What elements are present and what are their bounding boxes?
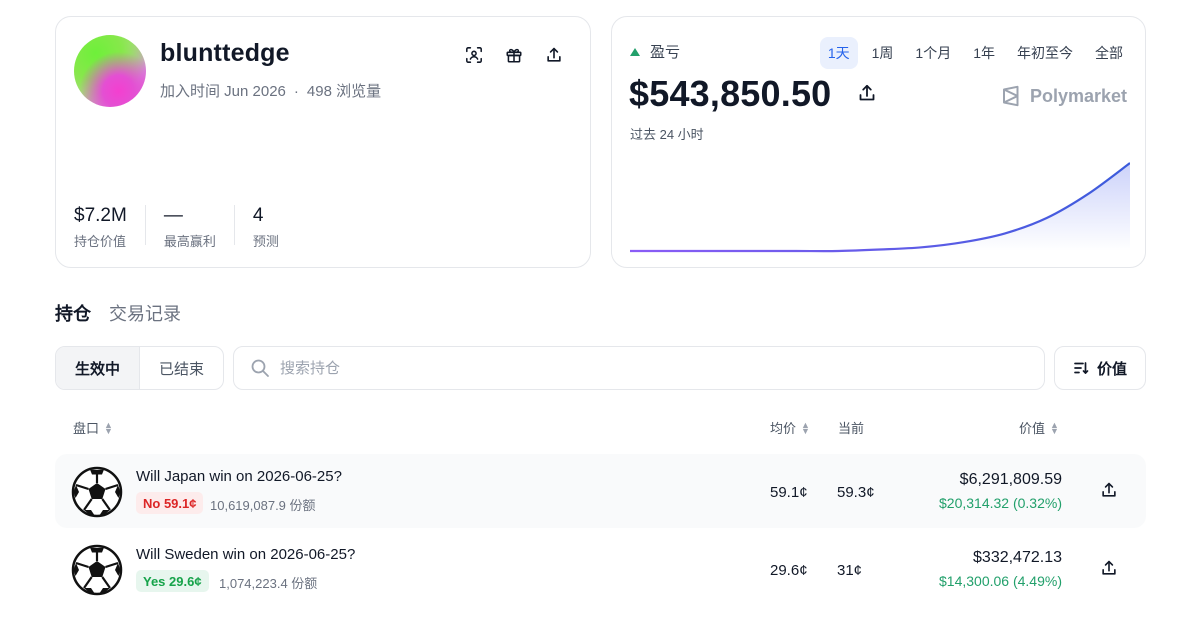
time-range-selector: 1天 1周 1个月 1年 年初至今 全部 (814, 37, 1131, 69)
position-value: $332,472.13 (973, 549, 1062, 566)
range-1y[interactable]: 1年 (965, 37, 1003, 69)
avatar[interactable] (74, 35, 146, 107)
avg-price: 59.1¢ (770, 484, 808, 501)
table-row[interactable]: Will Japan win on 2026-06-25? No 59.1¢ 1… (55, 454, 1146, 528)
share-count: 1,074,223.4 份额 (219, 576, 318, 591)
share-pnl-button[interactable] (857, 83, 877, 103)
stat-label: 持仓价值 (74, 234, 127, 249)
join-date: 加入时间 Jun 2026 (160, 83, 286, 100)
meta-separator: · (293, 83, 299, 100)
sort-button[interactable]: 价值 (1054, 346, 1146, 390)
position-value: $6,291,809.59 (959, 471, 1062, 488)
share-icon (1102, 560, 1116, 575)
stat-biggest-win: — 最高赢利 (163, 205, 235, 249)
stat-predictions: 4 预测 (252, 205, 297, 249)
market-title[interactable]: Will Sweden win on 2026-06-25? (136, 546, 355, 563)
range-all[interactable]: 全部 (1087, 37, 1131, 69)
stat-label: 最高赢利 (163, 234, 216, 249)
column-header-label: 当前 (838, 421, 865, 436)
scan-icon (466, 47, 482, 63)
column-header-value[interactable]: 价值 ▲ ▼ (1019, 418, 1059, 437)
current-price: 31¢ (837, 562, 863, 579)
table-row[interactable]: Will Sweden win on 2026-06-25? Yes 29.6¢… (55, 532, 1146, 606)
content-tabs: 持仓 交易记录 (55, 300, 199, 326)
position-change: $14,300.06 (4.49%) (939, 573, 1062, 589)
tab-activity[interactable]: 交易记录 (109, 300, 181, 326)
stat-positions-value: $7.2M 持仓价值 (74, 205, 146, 249)
pnl-card: 盈亏 1天 1周 1个月 1年 年初至今 全部 $543,850.50 Poly… (611, 16, 1146, 268)
stat-label: 预测 (252, 234, 279, 249)
sort-chevron-icon: ▲ ▼ (801, 419, 810, 436)
stat-value: $7.2M (74, 205, 127, 226)
pnl-label: 盈亏 (630, 41, 680, 62)
outcome-badge: Yes 29.6¢ (136, 570, 209, 592)
column-header-label: 均价 (770, 421, 797, 436)
profile-card: blunttedge 加入时间 Jun 2026 · 498 浏览量 $7.2M 持… (55, 16, 591, 268)
range-1w[interactable]: 1周 (864, 37, 902, 69)
polymarket-icon (1002, 85, 1019, 107)
view-count: 498 浏览量 (306, 83, 382, 100)
sort-label: 价值 (1096, 360, 1127, 378)
sort-chevron-icon: ▲ ▼ (1050, 419, 1059, 436)
username: blunttedge (160, 39, 290, 67)
share-position-button[interactable] (1100, 481, 1120, 501)
sort-chevron-icon: ▲ ▼ (104, 419, 113, 436)
pnl-value: $543,850.50 (629, 73, 832, 114)
tab-positions[interactable]: 持仓 (55, 300, 91, 326)
share-position-button[interactable] (1100, 559, 1120, 579)
share-profile-button[interactable] (542, 43, 566, 67)
search-icon (251, 359, 269, 377)
search-box (233, 346, 1045, 390)
stat-value: 4 (252, 205, 264, 226)
gift-icon (506, 48, 522, 63)
profile-stats: $7.2M 持仓价值 — 最高赢利 4 预测 (74, 205, 315, 249)
up-triangle-icon (630, 47, 640, 56)
search-input[interactable] (280, 359, 980, 377)
column-header-label: 盘口 (73, 421, 100, 436)
current-price: 59.3¢ (837, 484, 875, 501)
soccer-ball-icon (71, 466, 123, 518)
column-header-market[interactable]: 盘口 ▲ ▼ (73, 418, 113, 437)
share-icon (859, 84, 875, 101)
scan-qr-button[interactable] (462, 43, 486, 67)
share-icon (547, 47, 561, 62)
pnl-label-text: 盈亏 (650, 44, 681, 61)
avg-price: 29.6¢ (770, 562, 808, 579)
profile-meta: 加入时间 Jun 2026 · 498 浏览量 (160, 80, 381, 101)
pnl-period: 过去 24 小时 (630, 127, 704, 142)
status-segmented-control: 生效中 已结束 (55, 346, 224, 390)
segment-closed[interactable]: 已结束 (140, 347, 223, 389)
position-change: $20,314.32 (0.32%) (939, 495, 1062, 511)
column-header-label: 价值 (1019, 421, 1046, 436)
column-header-avg[interactable]: 均价 ▲ ▼ (770, 418, 810, 437)
brand-name: Polymarket (1029, 85, 1127, 106)
pnl-chart (630, 162, 1130, 253)
gift-button[interactable] (502, 43, 526, 67)
outcome-badge: No 59.1¢ (136, 492, 204, 514)
column-header-current: 当前 (838, 418, 864, 437)
range-1d[interactable]: 1天 (819, 37, 858, 69)
polymarket-logo: Polymarket (1000, 85, 1127, 107)
sort-icon (1074, 362, 1089, 374)
soccer-ball-icon (71, 544, 123, 596)
range-ytd[interactable]: 年初至今 (1009, 37, 1081, 69)
share-count: 10,619,087.9 份额 (210, 498, 316, 513)
segment-active[interactable]: 生效中 (56, 347, 140, 389)
share-icon (1102, 482, 1116, 497)
market-title[interactable]: Will Japan win on 2026-06-25? (136, 468, 342, 485)
pnl-area (630, 163, 1130, 252)
range-1m[interactable]: 1个月 (907, 37, 959, 69)
stat-value: — (163, 205, 183, 226)
